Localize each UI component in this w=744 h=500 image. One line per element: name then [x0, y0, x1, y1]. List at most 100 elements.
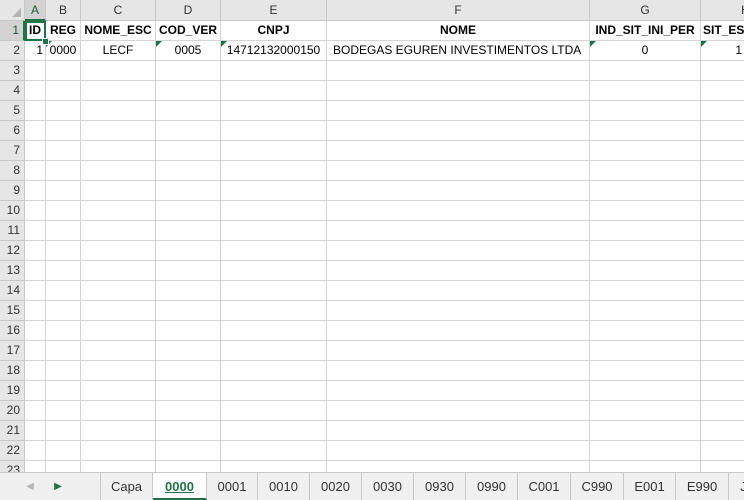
empty-cell[interactable] — [46, 361, 81, 381]
sheet-tab-0030[interactable]: 0030 — [362, 473, 414, 500]
empty-cell[interactable] — [156, 161, 221, 181]
empty-cell[interactable] — [221, 101, 327, 121]
empty-cell[interactable] — [46, 321, 81, 341]
sheet-tab-e001[interactable]: E001 — [624, 473, 676, 500]
empty-cell[interactable] — [81, 101, 156, 121]
empty-cell[interactable] — [590, 401, 701, 421]
empty-cell[interactable] — [590, 341, 701, 361]
row-header[interactable]: 23 — [0, 461, 25, 472]
empty-cell[interactable] — [221, 401, 327, 421]
row-header[interactable]: 3 — [0, 61, 25, 81]
row-header[interactable]: 13 — [0, 261, 25, 281]
empty-cell[interactable] — [25, 461, 46, 472]
empty-cell[interactable] — [25, 161, 46, 181]
empty-cell[interactable] — [327, 221, 590, 241]
empty-cell[interactable] — [25, 341, 46, 361]
cell-d2[interactable]: 0005 — [156, 41, 221, 61]
empty-cell[interactable] — [590, 161, 701, 181]
empty-cell[interactable] — [327, 341, 590, 361]
empty-cell[interactable] — [156, 141, 221, 161]
empty-cell[interactable] — [156, 381, 221, 401]
empty-cell[interactable] — [81, 201, 156, 221]
empty-cell[interactable] — [701, 381, 744, 401]
empty-cell[interactable] — [327, 321, 590, 341]
empty-cell[interactable] — [156, 101, 221, 121]
column-header-f[interactable]: F — [327, 0, 590, 21]
empty-cell[interactable] — [701, 61, 744, 81]
row-header[interactable]: 17 — [0, 341, 25, 361]
empty-cell[interactable] — [81, 461, 156, 472]
row-header[interactable]: 15 — [0, 301, 25, 321]
empty-cell[interactable] — [46, 341, 81, 361]
empty-cell[interactable] — [590, 461, 701, 472]
empty-cell[interactable] — [327, 161, 590, 181]
empty-cell[interactable] — [590, 261, 701, 281]
empty-cell[interactable] — [156, 421, 221, 441]
empty-cell[interactable] — [327, 181, 590, 201]
empty-cell[interactable] — [327, 241, 590, 261]
empty-cell[interactable] — [156, 81, 221, 101]
row-header[interactable]: 12 — [0, 241, 25, 261]
empty-cell[interactable] — [327, 361, 590, 381]
empty-cell[interactable] — [221, 321, 327, 341]
cell-c1[interactable]: NOME_ESC — [81, 21, 156, 41]
empty-cell[interactable] — [221, 361, 327, 381]
empty-cell[interactable] — [81, 61, 156, 81]
empty-cell[interactable] — [590, 301, 701, 321]
empty-cell[interactable] — [701, 121, 744, 141]
empty-cell[interactable] — [81, 361, 156, 381]
empty-cell[interactable] — [46, 181, 81, 201]
cell-b1[interactable]: REG — [46, 21, 81, 41]
empty-cell[interactable] — [701, 441, 744, 461]
empty-cell[interactable] — [46, 441, 81, 461]
empty-cell[interactable] — [327, 81, 590, 101]
column-header-d[interactable]: D — [156, 0, 221, 21]
spreadsheet-grid[interactable]: A B C D E F G H 1 2 3 4 5 6 7 8 9 10 11 … — [0, 0, 744, 472]
column-header-b[interactable]: B — [46, 0, 81, 21]
empty-cell[interactable] — [327, 261, 590, 281]
empty-cell[interactable] — [701, 261, 744, 281]
empty-cell[interactable] — [221, 81, 327, 101]
empty-cell[interactable] — [221, 181, 327, 201]
empty-cell[interactable] — [46, 401, 81, 421]
empty-cell[interactable] — [590, 421, 701, 441]
sheet-tab-0930[interactable]: 0930 — [414, 473, 466, 500]
empty-cell[interactable] — [221, 61, 327, 81]
empty-cell[interactable] — [701, 241, 744, 261]
empty-cell[interactable] — [25, 81, 46, 101]
sheet-tab-capa[interactable]: Capa — [100, 473, 153, 500]
cell-h2[interactable]: 1 — [701, 41, 744, 61]
empty-cell[interactable] — [590, 61, 701, 81]
empty-cell[interactable] — [156, 241, 221, 261]
empty-cell[interactable] — [25, 181, 46, 201]
empty-cell[interactable] — [156, 61, 221, 81]
empty-cell[interactable] — [46, 121, 81, 141]
sheet-tab-e990[interactable]: E990 — [676, 473, 729, 500]
empty-cell[interactable] — [221, 441, 327, 461]
empty-cell[interactable] — [81, 421, 156, 441]
empty-cell[interactable] — [156, 401, 221, 421]
sheet-tab-c990[interactable]: C990 — [571, 473, 624, 500]
empty-cell[interactable] — [701, 461, 744, 472]
empty-cell[interactable] — [46, 141, 81, 161]
row-header[interactable]: 14 — [0, 281, 25, 301]
empty-cell[interactable] — [590, 81, 701, 101]
empty-cell[interactable] — [327, 281, 590, 301]
empty-cell[interactable] — [701, 321, 744, 341]
empty-cell[interactable] — [25, 241, 46, 261]
empty-cell[interactable] — [327, 401, 590, 421]
empty-cell[interactable] — [81, 241, 156, 261]
empty-cell[interactable] — [327, 101, 590, 121]
scroll-tabs-left-icon[interactable]: ◀ — [22, 479, 38, 495]
row-header[interactable]: 10 — [0, 201, 25, 221]
column-header-c[interactable]: C — [81, 0, 156, 21]
scroll-tabs-right-icon[interactable]: ▶ — [50, 479, 66, 495]
row-header[interactable]: 21 — [0, 421, 25, 441]
empty-cell[interactable] — [327, 201, 590, 221]
empty-cell[interactable] — [701, 421, 744, 441]
row-header[interactable]: 2 — [0, 41, 25, 61]
empty-cell[interactable] — [701, 281, 744, 301]
empty-cell[interactable] — [701, 161, 744, 181]
empty-cell[interactable] — [701, 361, 744, 381]
sheet-tab-j[interactable]: J — [729, 473, 744, 500]
